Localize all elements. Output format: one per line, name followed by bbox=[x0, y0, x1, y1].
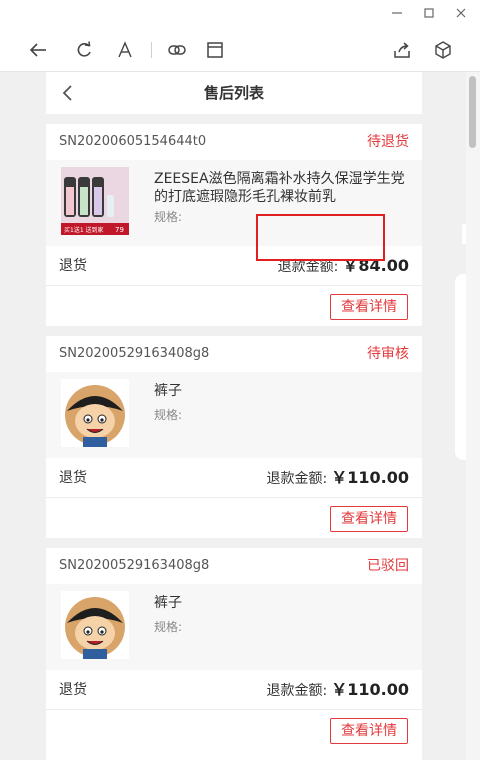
back-arrow-icon[interactable] bbox=[26, 38, 50, 62]
scrollbar-track[interactable] bbox=[466, 72, 480, 760]
card-header: SN20200605154644t0 待退货 bbox=[46, 124, 422, 160]
card-header: SN20200529163408g8 待审核 bbox=[46, 336, 422, 372]
view-detail-button[interactable]: 查看详情 bbox=[330, 718, 408, 744]
view-detail-button[interactable]: 查看详情 bbox=[330, 294, 408, 320]
side-handle[interactable] bbox=[462, 224, 466, 244]
order-sn: SN20200605154644t0 bbox=[59, 134, 207, 149]
link-icon[interactable] bbox=[165, 38, 189, 62]
refund-amount-label: 退款金额 bbox=[277, 259, 334, 275]
product-thumbnail bbox=[61, 379, 129, 447]
view-detail-button[interactable]: 查看详情 bbox=[330, 506, 408, 532]
order-sn: SN20200529163408g8 bbox=[59, 558, 210, 573]
browser-toolbar bbox=[0, 26, 480, 72]
toolbar-separator bbox=[151, 42, 152, 58]
share-icon[interactable] bbox=[390, 38, 414, 62]
window-titlebar bbox=[0, 0, 480, 26]
close-icon[interactable] bbox=[450, 2, 472, 24]
status-badge: 待审核 bbox=[367, 346, 409, 362]
refund-amount-group: 退款金额: ￥110.00 bbox=[266, 680, 409, 699]
product-spec: 规格: bbox=[154, 620, 183, 634]
product-thumbnail: 买1送1 送到家 79 bbox=[61, 167, 129, 235]
product-name: 裤子 bbox=[154, 383, 182, 399]
mobile-page: 售后列表 SN20200605154644t0 待退货 买1送1 送到家 79 … bbox=[46, 72, 422, 760]
order-sn: SN20200529163408g8 bbox=[59, 346, 210, 361]
maximize-icon[interactable] bbox=[418, 2, 440, 24]
refund-row: 退货 退款金额: ￥110.00 bbox=[46, 458, 422, 498]
refund-amount-label: 退款金额 bbox=[266, 683, 323, 699]
status-badge: 待退货 bbox=[367, 134, 409, 150]
refund-type: 退货 bbox=[59, 470, 87, 486]
thumb-promo-text: 买1送1 送到家 bbox=[64, 226, 104, 234]
scrollbar-thumb[interactable] bbox=[469, 76, 476, 148]
product-thumbnail bbox=[61, 591, 129, 659]
highlight-box bbox=[256, 214, 385, 261]
content-viewport: 售后列表 SN20200605154644t0 待退货 买1送1 送到家 79 … bbox=[0, 72, 466, 760]
card-header: SN20200529163408g8 已驳回 bbox=[46, 548, 422, 584]
aftersale-card: SN20200529163408g8 已驳回 裤子 规格: 退货 退款金额: ￥… bbox=[46, 548, 422, 760]
refresh-icon[interactable] bbox=[72, 38, 96, 62]
product-spec: 规格: bbox=[154, 408, 183, 422]
minimize-icon[interactable] bbox=[386, 2, 408, 24]
window-icon[interactable] bbox=[203, 38, 227, 62]
page-header: 售后列表 bbox=[46, 72, 422, 114]
page-title: 售后列表 bbox=[203, 84, 264, 102]
refund-amount: ￥110.00 bbox=[331, 468, 409, 487]
side-panel-tab[interactable] bbox=[455, 274, 466, 460]
status-badge: 已驳回 bbox=[367, 558, 409, 574]
product-name: ZEESEA滋色隔离霜补水持久保湿学生党的打底遮瑕隐形毛孔裸妆前乳 bbox=[154, 171, 405, 205]
product-row[interactable]: 裤子 规格: bbox=[46, 372, 422, 458]
product-name: 裤子 bbox=[154, 595, 182, 611]
aftersale-card: SN20200529163408g8 待审核 裤子 规格: 退货 退款金额: ￥… bbox=[46, 336, 422, 538]
product-spec: 规格: bbox=[154, 210, 183, 224]
product-row[interactable]: 裤子 规格: bbox=[46, 584, 422, 670]
cube-icon[interactable] bbox=[431, 38, 455, 62]
font-icon[interactable] bbox=[113, 38, 137, 62]
refund-amount-label: 退款金额 bbox=[266, 471, 323, 487]
refund-row: 退货 退款金额: ￥110.00 bbox=[46, 670, 422, 710]
refund-amount-group: 退款金额: ￥110.00 bbox=[266, 468, 409, 487]
thumb-price-text: 79 bbox=[115, 226, 124, 234]
refund-type: 退货 bbox=[59, 258, 87, 274]
refund-type: 退货 bbox=[59, 682, 87, 698]
refund-amount: ￥110.00 bbox=[331, 680, 409, 699]
